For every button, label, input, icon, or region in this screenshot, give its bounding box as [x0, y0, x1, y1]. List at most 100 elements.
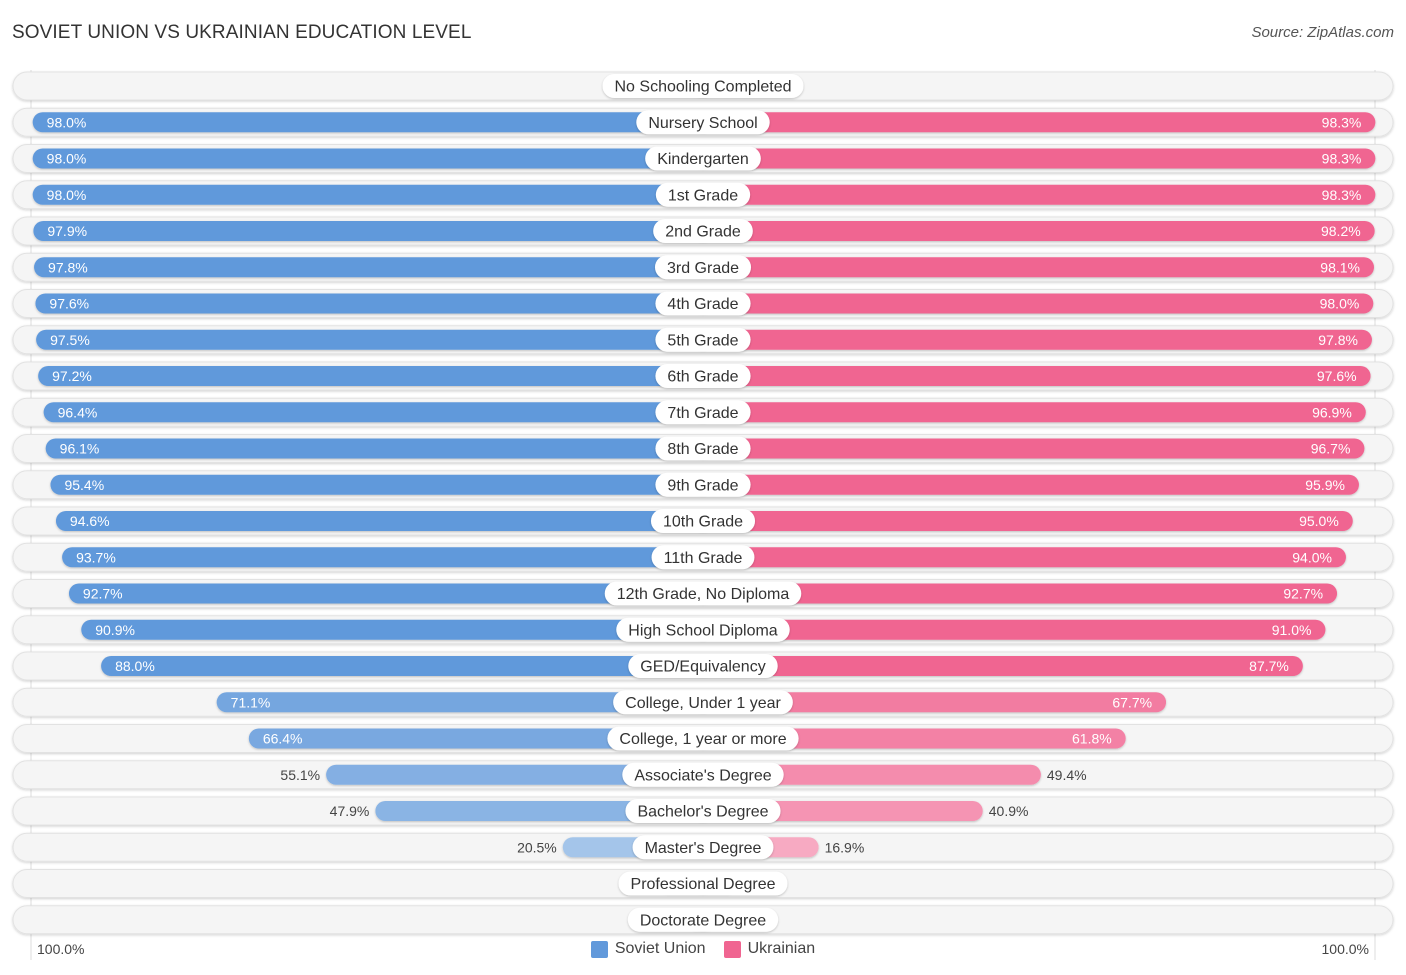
chart-row: 95.4% 95.9% 9th Grade	[12, 470, 1394, 500]
category-label: 10th Grade	[663, 514, 743, 531]
legend-swatch-ukrainian	[723, 940, 741, 958]
category-label: 12th Grade, No Diploma	[617, 586, 790, 603]
bar-ukrainian	[693, 402, 1366, 423]
chart-row: 55.1% 49.4% Associate's Degree	[12, 760, 1394, 790]
legend-label-ukrainian: Ukrainian	[747, 940, 816, 957]
category-label: 9th Grade	[667, 477, 738, 494]
category-label: 11th Grade	[664, 550, 743, 567]
value-label-ukrainian: 94.0%	[1292, 549, 1332, 565]
bar-soviet-union	[62, 547, 714, 568]
chart-row: 98.0% 98.3% 1st Grade	[12, 180, 1394, 210]
category-label: 4th Grade	[667, 296, 738, 313]
bar-ukrainian	[693, 293, 1374, 314]
category-label: College, Under 1 year	[625, 695, 781, 712]
category-label: Doctorate Degree	[640, 912, 766, 929]
value-label-ukrainian: 98.3%	[1322, 114, 1362, 130]
value-label-ukrainian: 96.7%	[1311, 441, 1351, 457]
bar-soviet-union	[55, 511, 714, 531]
bar-ukrainian	[693, 329, 1372, 350]
bar-soviet-union	[38, 366, 714, 386]
value-label-ukrainian: 98.1%	[1320, 259, 1360, 275]
bar-ukrainian	[693, 112, 1376, 133]
value-label-ukrainian: 97.8%	[1318, 332, 1358, 348]
chart-row: 97.8% 98.1% 3rd Grade	[12, 252, 1394, 282]
chart-row: 2.5%2.1%Doctorate Degree	[12, 905, 1394, 935]
value-label-soviet-union: 97.6%	[49, 296, 89, 312]
category-label: Master's Degree	[645, 840, 762, 857]
value-label-soviet-union: 96.1%	[60, 441, 100, 457]
value-label-soviet-union: 93.7%	[76, 549, 116, 565]
value-label-ukrainian: 98.2%	[1321, 223, 1361, 239]
bar-soviet-union	[43, 402, 713, 423]
value-label-soviet-union: 97.8%	[48, 259, 88, 275]
value-label-soviet-union: 66.4%	[263, 731, 303, 747]
category-label: College, 1 year or more	[619, 731, 786, 748]
value-label-soviet-union: 71.1%	[231, 694, 271, 710]
category-label: Bachelor's Degree	[637, 804, 768, 821]
value-label-ukrainian: 16.9%	[825, 839, 865, 855]
category-label: 8th Grade	[667, 441, 738, 458]
bar-soviet-union	[35, 293, 713, 314]
legend-item-ukrainian[interactable]: Ukrainian	[723, 940, 816, 958]
bar-soviet-union	[33, 221, 713, 241]
chart-row: 88.0% 87.7% GED/Equivalency	[12, 651, 1394, 681]
value-label-ukrainian: 87.7%	[1249, 658, 1289, 674]
value-label-ukrainian: 67.7%	[1112, 694, 1152, 710]
value-label-soviet-union: 94.6%	[70, 513, 110, 529]
value-label-soviet-union: 92.7%	[83, 586, 123, 602]
bar-ukrainian	[693, 656, 1303, 676]
bar-ukrainian	[693, 438, 1365, 459]
category-label: 6th Grade	[667, 369, 738, 386]
category-label: 7th Grade	[667, 405, 738, 422]
value-label-soviet-union: 88.0%	[115, 658, 155, 674]
chart-row: 71.1% 67.7% College, Under 1 year	[12, 687, 1394, 717]
value-label-ukrainian: 98.3%	[1322, 151, 1362, 167]
value-label-soviet-union: 97.9%	[47, 223, 87, 239]
bar-soviet-union	[34, 257, 714, 278]
chart-row: 94.6% 95.0% 10th Grade	[12, 506, 1394, 536]
category-label: 2nd Grade	[665, 224, 741, 241]
bar-soviet-union	[50, 474, 714, 495]
chart-row: 97.2% 97.6% 6th Grade	[12, 361, 1394, 391]
bar-ukrainian	[693, 511, 1353, 531]
value-label-ukrainian: 61.8%	[1072, 731, 1112, 747]
bar-soviet-union	[36, 329, 714, 350]
value-label-soviet-union: 98.0%	[47, 114, 87, 130]
bar-ukrainian	[693, 257, 1375, 278]
chart-row: 97.5% 97.8% 5th Grade	[12, 325, 1394, 355]
chart-row: 90.9% 91.0% High School Diploma	[12, 615, 1394, 645]
bar-ukrainian	[693, 221, 1375, 241]
chart-row: 96.4% 96.9% 7th Grade	[12, 397, 1394, 427]
chart-row: 66.4% 61.8% College, 1 year or more	[12, 724, 1394, 753]
value-label-soviet-union: 98.0%	[47, 187, 87, 203]
legend: Soviet Union Ukrainian	[0, 940, 1406, 958]
chart-row: 97.9% 98.2% 2nd Grade	[12, 216, 1394, 246]
category-label: High School Diploma	[628, 622, 778, 639]
value-label-soviet-union: 20.5%	[517, 839, 557, 855]
bar-soviet-union	[101, 656, 713, 676]
value-label-ukrainian: 97.6%	[1317, 368, 1357, 384]
value-label-soviet-union: 98.0%	[47, 151, 87, 167]
bar-ukrainian	[693, 184, 1376, 205]
chart-row: 20.5% 16.9% Master's Degree	[12, 832, 1394, 862]
bar-ukrainian	[693, 547, 1346, 568]
chart-row: 6.6%5.1%Professional Degree	[12, 869, 1394, 898]
category-label: No Schooling Completed	[615, 79, 792, 96]
value-label-soviet-union: 97.2%	[52, 368, 92, 384]
bar-ukrainian	[693, 148, 1376, 169]
chart-row: 97.6% 98.0% 4th Grade	[12, 289, 1394, 318]
category-label: 3rd Grade	[667, 260, 739, 277]
diverging-bar-chart: 2.0%1.8%No Schooling Completed 98.0% 98.3%…	[12, 70, 1394, 960]
category-label: 5th Grade	[667, 332, 738, 349]
category-label: GED/Equivalency	[640, 659, 765, 676]
bar-ukrainian	[693, 366, 1371, 386]
value-label-ukrainian: 49.4%	[1047, 767, 1087, 783]
legend-swatch-soviet-union	[590, 940, 608, 958]
chart-row: 47.9% 40.9% Bachelor's Degree	[12, 796, 1394, 826]
value-label-soviet-union: 47.9%	[330, 803, 370, 819]
legend-label-soviet-union: Soviet Union	[614, 940, 706, 957]
chart-row: 2.0%1.8%No Schooling Completed	[12, 71, 1394, 101]
category-label: Kindergarten	[657, 151, 749, 168]
category-label: Associate's Degree	[634, 767, 771, 784]
legend-item-soviet-union[interactable]: Soviet Union	[590, 940, 706, 958]
